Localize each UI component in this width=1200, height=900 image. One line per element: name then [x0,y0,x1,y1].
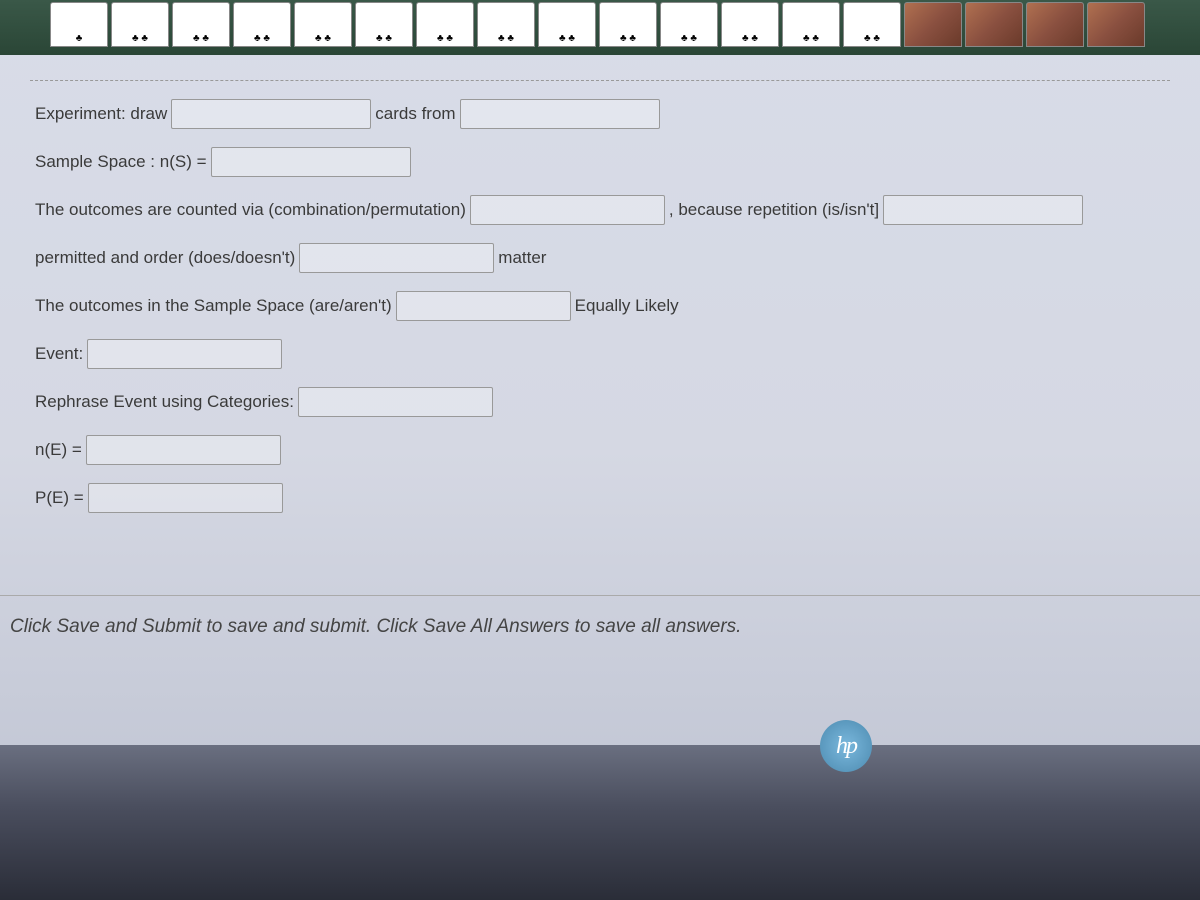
line-sample-space: Sample Space : n(S) = [35,147,1165,177]
input-event[interactable] [87,339,282,369]
line-event: Event: [35,339,1165,369]
form-area: Experiment: draw cards from Sample Space… [0,99,1200,513]
label-experiment: Experiment: draw [35,104,167,124]
input-cards-from[interactable] [460,99,660,129]
playing-card: ♣ [50,2,108,47]
playing-card-face [1087,2,1145,47]
label-outcomes-counted: The outcomes are counted via (combinatio… [35,200,466,220]
line-equally-likely: The outcomes in the Sample Space (are/ar… [35,291,1165,321]
bottom-bar [0,745,1200,900]
input-p-e[interactable] [88,483,283,513]
playing-card: ♣ ♣ [660,2,718,47]
line-experiment: Experiment: draw cards from [35,99,1165,129]
label-permitted-order: permitted and order (does/doesn't) [35,248,295,268]
playing-card-face [1026,2,1084,47]
label-sample-space-equally: The outcomes in the Sample Space (are/ar… [35,296,392,316]
line-outcomes-counted: The outcomes are counted via (combinatio… [35,195,1165,225]
line-p-e: P(E) = [35,483,1165,513]
hp-logo-icon: hp [820,720,872,772]
label-event: Event: [35,344,83,364]
divider [30,80,1170,81]
playing-card: ♣ ♣ [355,2,413,47]
playing-card: ♣ ♣ [233,2,291,47]
playing-card: ♣ ♣ [477,2,535,47]
instructions-text: Click Save and Submit to save and submit… [0,595,1200,638]
line-rephrase: Rephrase Event using Categories: [35,387,1165,417]
playing-card: ♣ ♣ [538,2,596,47]
line-permitted-order: permitted and order (does/doesn't) matte… [35,243,1165,273]
playing-card-face [904,2,962,47]
cards-row: ♣ ♣ ♣ ♣ ♣ ♣ ♣ ♣ ♣ ♣ ♣ ♣ ♣ ♣ ♣ ♣ ♣ ♣ ♣ ♣ … [0,0,1200,55]
input-repetition[interactable] [883,195,1083,225]
label-n-e: n(E) = [35,440,82,460]
input-sample-space[interactable] [211,147,411,177]
label-equally-likely: Equally Likely [575,296,679,316]
label-cards-from: cards from [375,104,455,124]
input-n-e[interactable] [86,435,281,465]
playing-card: ♣ ♣ [416,2,474,47]
input-rephrase[interactable] [298,387,493,417]
label-matter: matter [498,248,546,268]
input-draw-count[interactable] [171,99,371,129]
input-equally-likely[interactable] [396,291,571,321]
label-rephrase: Rephrase Event using Categories: [35,392,294,412]
input-combination-permutation[interactable] [470,195,665,225]
playing-card: ♣ ♣ [172,2,230,47]
label-p-e: P(E) = [35,488,84,508]
playing-card: ♣ ♣ [294,2,352,47]
playing-card: ♣ ♣ [599,2,657,47]
line-n-e: n(E) = [35,435,1165,465]
playing-card-face [965,2,1023,47]
playing-card: ♣ ♣ [111,2,169,47]
playing-card: ♣ ♣ [782,2,840,47]
input-order[interactable] [299,243,494,273]
playing-card: ♣ ♣ [843,2,901,47]
playing-card: ♣ ♣ [721,2,779,47]
label-sample-space: Sample Space : n(S) = [35,152,207,172]
label-because-repetition: , because repetition (is/isn't] [669,200,879,220]
